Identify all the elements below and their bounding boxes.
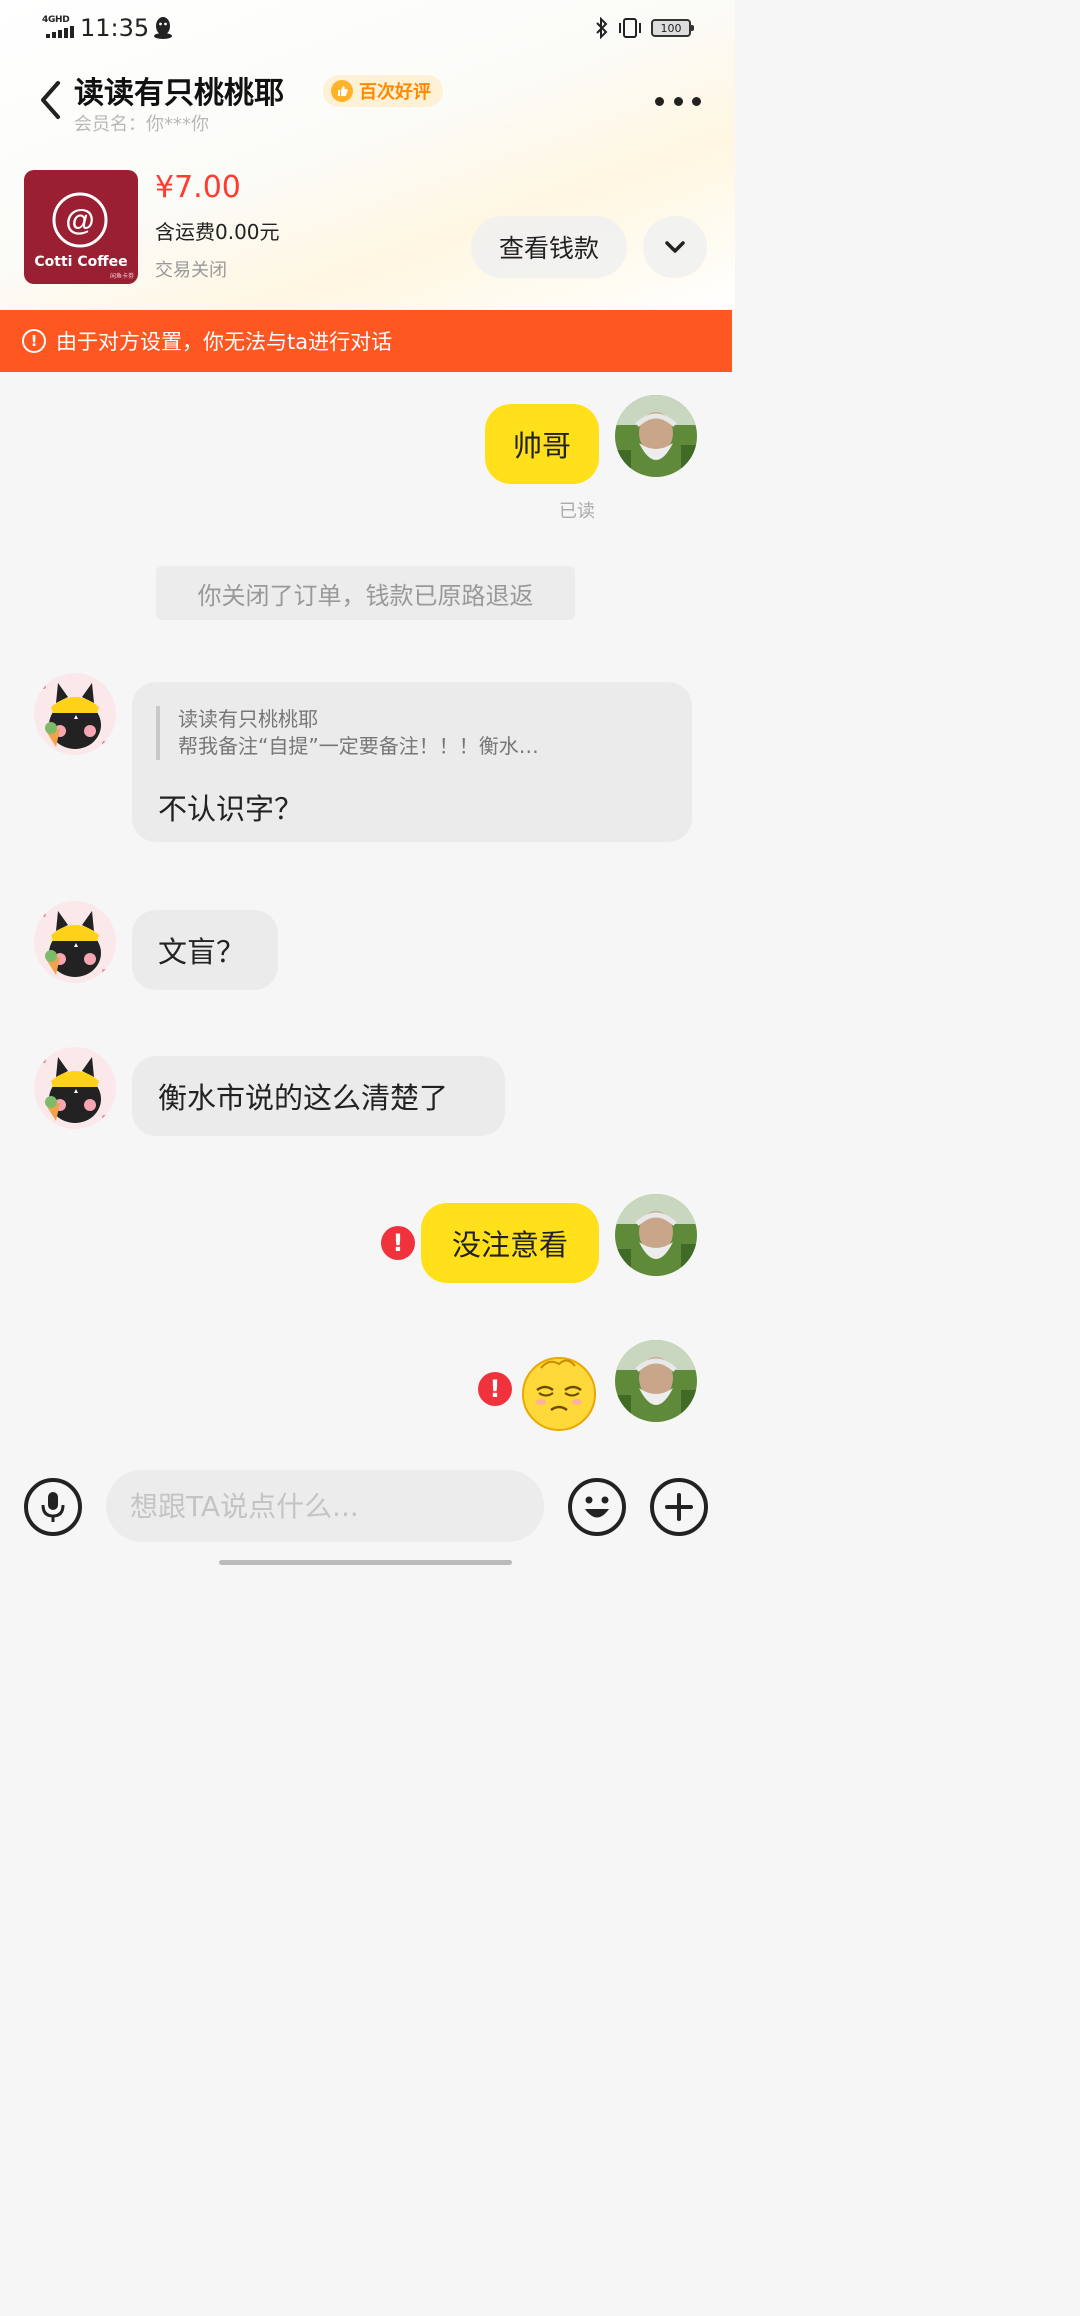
my-avatar[interactable] bbox=[615, 395, 697, 477]
svg-text:@: @ bbox=[65, 204, 94, 237]
signal-icon bbox=[46, 26, 74, 38]
read-receipt: 已读 bbox=[559, 501, 595, 522]
page-title[interactable]: 读读有只桃桃耶 bbox=[74, 68, 284, 112]
plus-button[interactable] bbox=[650, 1478, 708, 1536]
quote-text: 帮我备注“自提”一定要备注！！！衡水… bbox=[178, 734, 539, 758]
other-avatar[interactable] bbox=[34, 673, 116, 755]
quote-block: 读读有只桃桃耶 帮我备注“自提”一定要备注！！！衡水… bbox=[156, 706, 656, 760]
send-failed-icon[interactable]: ! bbox=[381, 1226, 415, 1260]
chevron-down-icon bbox=[665, 241, 685, 253]
status-right: 100 bbox=[595, 14, 694, 42]
qq-penguin-icon bbox=[154, 17, 172, 39]
product-price: ¥7.00 bbox=[155, 170, 241, 205]
thumbs-up-icon bbox=[331, 80, 353, 102]
microphone-icon bbox=[41, 1492, 65, 1522]
view-refund-button[interactable]: 查看钱款 bbox=[471, 216, 627, 278]
send-failed-icon[interactable]: ! bbox=[478, 1372, 512, 1406]
other-avatar[interactable] bbox=[34, 901, 116, 983]
my-message-bubble[interactable]: 没注意看 bbox=[421, 1203, 599, 1283]
message-input[interactable] bbox=[106, 1470, 544, 1542]
network-label: 4GHD bbox=[42, 15, 70, 25]
voice-button[interactable] bbox=[24, 1478, 82, 1536]
network-indicator: 4GHD bbox=[42, 15, 76, 39]
more-button[interactable] bbox=[655, 86, 701, 116]
back-button[interactable] bbox=[30, 78, 70, 122]
review-badge[interactable]: 百次好评 bbox=[323, 75, 443, 107]
quote-author: 读读有只桃桃耶 bbox=[178, 707, 318, 731]
quoted-message-bubble[interactable]: 读读有只桃桃耶 帮我备注“自提”一定要备注！！！衡水… 不认识字？ bbox=[132, 682, 692, 842]
notice-bar: ! 由于对方设置，你无法与ta进行对话 bbox=[0, 310, 732, 372]
expand-button[interactable] bbox=[643, 216, 707, 278]
plus-icon bbox=[665, 1493, 693, 1521]
message-text: 不认识字？ bbox=[158, 792, 304, 826]
vibrate-icon bbox=[619, 18, 641, 38]
other-message-bubble[interactable]: 文盲？ bbox=[132, 910, 278, 990]
my-avatar[interactable] bbox=[615, 1340, 697, 1422]
system-message: 你关闭了订单，钱款已原路退返 bbox=[156, 566, 575, 620]
cotti-logo-icon: @ bbox=[52, 192, 108, 248]
thumbnail-sub: 闲鱼卡劵 bbox=[109, 273, 134, 280]
emoji-sticker-icon[interactable] bbox=[519, 1352, 599, 1432]
smiley-icon bbox=[585, 1496, 609, 1518]
chat-header: 读读有只桃桃耶 百次好评 会员名：你***你 bbox=[0, 60, 735, 140]
status-time: 11:35 bbox=[80, 14, 150, 42]
input-bar bbox=[0, 1460, 735, 1575]
home-indicator[interactable] bbox=[219, 1560, 512, 1565]
my-message-bubble[interactable]: 帅哥 bbox=[485, 404, 599, 484]
battery-indicator: 100 bbox=[651, 19, 694, 37]
other-avatar[interactable] bbox=[34, 1047, 116, 1129]
product-thumbnail[interactable]: @ Cotti Coffee 闲鱼卡劵 bbox=[24, 170, 138, 284]
shipping-info: 含运费0.00元 bbox=[155, 220, 280, 244]
other-message-bubble[interactable]: 衡水市说的这么清楚了 bbox=[132, 1056, 505, 1136]
alert-circle-icon: ! bbox=[22, 329, 46, 353]
more-horizontal-icon bbox=[655, 96, 664, 106]
notice-text: 由于对方设置，你无法与ta进行对话 bbox=[56, 330, 393, 354]
review-badge-label: 百次好评 bbox=[359, 82, 431, 103]
trade-status: 交易关闭 bbox=[155, 260, 227, 281]
thumbnail-brand: Cotti Coffee bbox=[34, 254, 128, 270]
status-bar: 4GHD 11:35 100 bbox=[0, 0, 735, 56]
bluetooth-icon bbox=[596, 17, 608, 39]
emoji-button[interactable] bbox=[568, 1478, 626, 1536]
my-avatar[interactable] bbox=[615, 1194, 697, 1276]
product-card[interactable]: @ Cotti Coffee 闲鱼卡劵 ¥7.00 含运费0.00元 交易关闭 … bbox=[0, 160, 735, 300]
chevron-left-icon bbox=[41, 81, 60, 119]
member-name: 会员名：你***你 bbox=[74, 114, 209, 135]
